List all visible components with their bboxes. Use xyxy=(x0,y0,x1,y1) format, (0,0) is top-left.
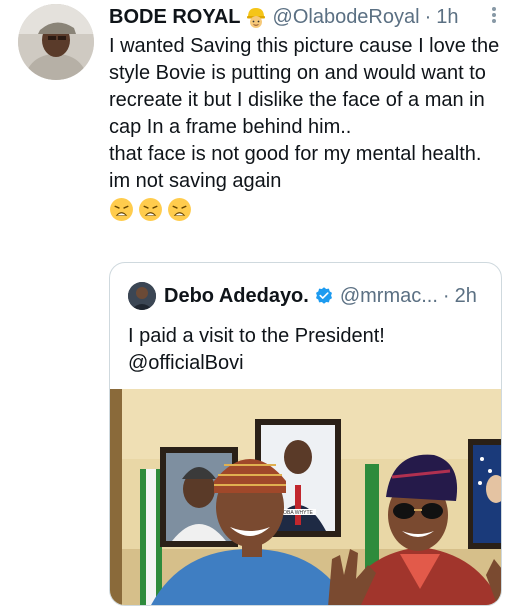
construction-worker-icon xyxy=(246,8,265,28)
quoted-tweet-header: Debo Adedayo. @mrmac... · 2h xyxy=(128,281,485,311)
quoted-tweet-text: I paid a visit to the President! @offici… xyxy=(128,325,385,374)
weary-face-icon xyxy=(110,198,133,221)
author-avatar[interactable] xyxy=(18,4,94,80)
quoted-tweet-time[interactable]: 2h xyxy=(455,285,477,308)
tweet-body: I wanted Saving this picture cause I lov… xyxy=(109,33,509,222)
verified-badge-icon xyxy=(315,287,332,304)
frame-caption: OBA WHYTE xyxy=(283,510,313,516)
tweet-time[interactable]: 1h xyxy=(436,6,458,29)
quoted-tweet-photo[interactable]: OBA WHYTE xyxy=(110,389,502,606)
quoted-author-name[interactable]: Debo Adedayo. xyxy=(164,285,309,308)
separator: · xyxy=(424,5,432,28)
author-name[interactable]: BODE ROYAL xyxy=(109,6,241,29)
emoji-row xyxy=(109,197,509,222)
quoted-author-avatar[interactable] xyxy=(128,282,156,310)
quoted-author-handle[interactable]: @mrmac... xyxy=(340,285,438,308)
author-handle[interactable]: @OlabodeRoyal xyxy=(273,6,420,29)
quoted-tweet[interactable]: Debo Adedayo. @mrmac... · 2h I paid a vi… xyxy=(109,262,502,606)
tweet-header: BODE ROYAL @OlabodeRoyal · 1h xyxy=(109,3,505,31)
weary-face-icon xyxy=(139,198,162,221)
separator: · xyxy=(442,284,450,307)
weary-face-icon xyxy=(168,198,191,221)
more-options-icon[interactable] xyxy=(491,5,497,25)
tweet-text: I wanted Saving this picture cause I lov… xyxy=(109,35,500,192)
